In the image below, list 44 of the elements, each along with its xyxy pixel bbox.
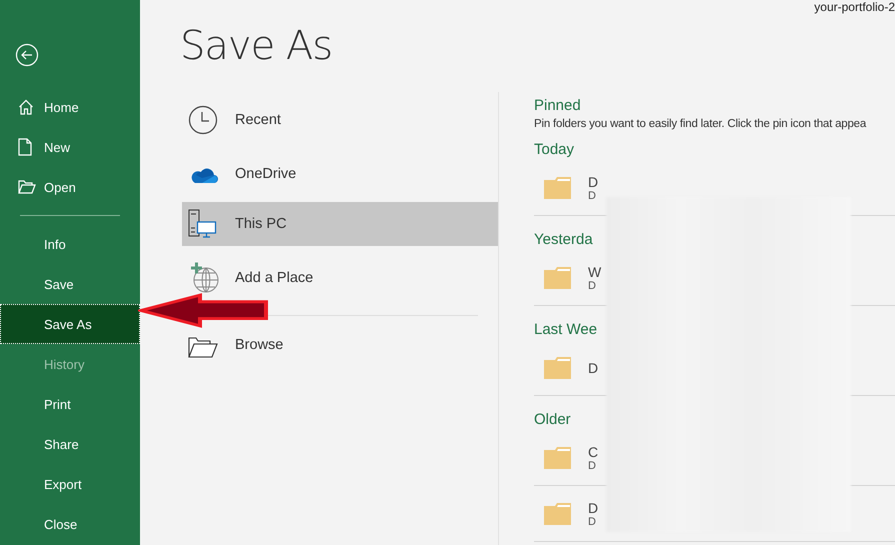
sidebar-item[interactable]: Home: [0, 87, 140, 127]
location-item[interactable]: Recent: [182, 98, 498, 142]
back-button[interactable]: [15, 43, 39, 67]
location-item[interactable]: Browse: [182, 330, 498, 360]
sidebar-item[interactable]: Open: [0, 167, 140, 207]
computer-icon: [188, 209, 218, 239]
sidebar-item[interactable]: Info: [0, 224, 140, 264]
section-heading: Yesterda: [534, 230, 594, 250]
folder-name[interactable]: D: [588, 500, 598, 516]
sidebar-item[interactable]: Print: [0, 384, 140, 424]
folder-name[interactable]: W: [588, 264, 602, 280]
sidebar-item[interactable]: Save As: [0, 304, 140, 344]
clock-icon: [188, 105, 218, 135]
folder-name[interactable]: D: [588, 174, 598, 190]
section-heading: Older: [534, 410, 572, 430]
folder-icon: [544, 266, 572, 290]
location-item[interactable]: OneDrive: [182, 152, 498, 196]
folder-path: D: [588, 190, 597, 202]
file-name: your-portfolio-2: [814, 0, 895, 14]
page-title: Save As: [180, 22, 334, 70]
sidebar-item[interactable]: Share: [0, 424, 140, 464]
folder-icon: [544, 356, 572, 380]
folder-icon: [544, 176, 572, 200]
sidebar-item[interactable]: Close: [0, 504, 140, 544]
location-item[interactable]: This PC: [182, 202, 498, 246]
folder-icon: [544, 446, 572, 470]
folder-name[interactable]: D: [588, 360, 598, 376]
document-icon: [18, 138, 32, 156]
pinned-description: Pin folders you want to easily find later. Click the pin icon that appea: [534, 118, 868, 130]
folder-icon: [544, 502, 572, 526]
folder-path: D: [588, 280, 597, 292]
sidebar-item[interactable]: New: [0, 127, 140, 167]
sidebar-item[interactable]: Save: [0, 264, 140, 304]
globe-plus-icon: [188, 262, 220, 294]
location-item[interactable]: Add a Place: [182, 256, 498, 300]
home-icon: [18, 99, 34, 115]
section-heading: Pinned: [534, 96, 582, 116]
folder-name[interactable]: C: [588, 444, 598, 460]
folder-path: D: [588, 460, 597, 472]
folder-path: D: [588, 516, 597, 528]
folder-icon: [18, 180, 36, 194]
section-heading: Today: [534, 140, 576, 160]
sidebar-item[interactable]: Export: [0, 464, 140, 504]
section-heading: Last Wee: [534, 320, 598, 340]
